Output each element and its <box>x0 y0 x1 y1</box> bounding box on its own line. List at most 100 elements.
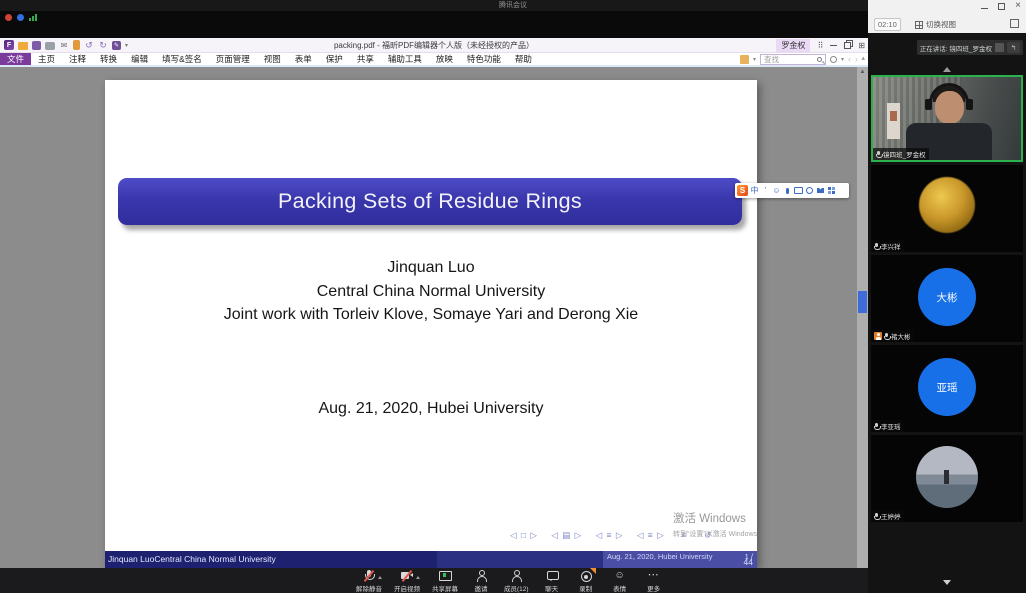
return-to-share-icon[interactable]: ↰ <box>1007 42 1020 53</box>
emoji-icon[interactable]: ☺ <box>772 185 781 196</box>
skin-icon[interactable] <box>816 185 825 196</box>
collapse-up-icon[interactable] <box>943 63 951 72</box>
slide-joint-work: Joint work with Torleiv Klove, Somaye Ya… <box>105 303 757 327</box>
find-cluster: ▾ 查找 ▾ ‹ › <box>740 53 858 65</box>
options-caret-icon[interactable] <box>416 574 420 579</box>
account-name[interactable]: 罗金权 <box>776 39 810 52</box>
apps-grid-icon[interactable]: ⠿ <box>817 41 823 50</box>
find-prev-icon[interactable]: ‹ <box>848 54 851 64</box>
participants-sidebar: 正在讲话: 镜四班_罗金权 ↰ 镜四班_罗金权李兴祥大彬褚大彬亚瑶李亚瑶王婷婷 <box>868 33 1026 593</box>
scrollbar-thumb[interactable] <box>858 291 867 313</box>
menu-tab-4[interactable]: 编辑 <box>124 53 155 65</box>
menu-tab-9[interactable]: 保护 <box>319 53 350 65</box>
control-label: 开启视频 <box>394 583 420 593</box>
menu-tab-7[interactable]: 视图 <box>257 53 288 65</box>
menu-tab-12[interactable]: 放映 <box>429 53 460 65</box>
participant-tiles: 镜四班_罗金权李兴祥大彬褚大彬亚瑶李亚瑶王婷婷 <box>871 75 1023 522</box>
participant-tile-1[interactable]: 李兴祥 <box>871 165 1023 252</box>
scroll-participants-down-icon[interactable] <box>943 580 951 589</box>
menu-tab-0[interactable]: 文件 <box>0 53 31 65</box>
menu-tab-13[interactable]: 特色功能 <box>460 53 508 65</box>
chinese-mode-icon[interactable]: 中 <box>750 185 759 196</box>
menu-tab-11[interactable]: 辅助工具 <box>381 53 429 65</box>
participant-name-chip: 王婷婷 <box>871 510 904 522</box>
record-badge <box>590 568 596 574</box>
scroll-up-icon[interactable]: ▲ <box>857 67 868 78</box>
chat-button[interactable]: 聊天 <box>541 570 563 593</box>
emoji-icon: ☺ <box>613 570 627 582</box>
handwriting-icon[interactable] <box>805 185 814 196</box>
pdf-editor-window: F ✉ ↺ ↻ ✎ ▾ packing.pdf - 福昕PDF编辑器个人版（未经… <box>0 38 868 568</box>
participant-name: 王婷婷 <box>881 511 901 521</box>
options-caret-icon[interactable] <box>378 574 382 579</box>
menu-tab-3[interactable]: 转换 <box>93 53 124 65</box>
participant-name-chip: 褚大彬 <box>871 330 914 342</box>
speaker-avatar <box>995 43 1004 52</box>
invite-button[interactable]: 邀请 <box>470 570 492 593</box>
more-button[interactable]: ⋯更多 <box>643 570 665 593</box>
gear-caret-icon[interactable]: ▾ <box>841 56 844 63</box>
menu-tab-2[interactable]: 注释 <box>62 53 93 65</box>
slide-affiliation: Central China Normal University <box>105 280 757 304</box>
tools-caret-icon[interactable]: ▾ <box>753 56 756 63</box>
security-status-icon <box>17 14 24 21</box>
sogou-ime-bar[interactable]: S中’☺ <box>735 183 849 198</box>
layout-grid-icon <box>915 21 923 29</box>
emoji-button[interactable]: ☺表情 <box>609 570 631 593</box>
avatar: 亚瑶 <box>918 358 976 416</box>
invite-icon <box>474 570 488 582</box>
control-label: 共享屏幕 <box>432 583 458 593</box>
find-next-icon[interactable]: › <box>855 54 858 64</box>
voice-input-icon[interactable] <box>783 185 792 196</box>
gear-icon[interactable] <box>830 56 837 63</box>
mic-status-icon <box>874 513 879 520</box>
participant-tile-3[interactable]: 亚瑶李亚瑶 <box>871 345 1023 432</box>
menu-tab-1[interactable]: 主页 <box>31 53 62 65</box>
search-icon[interactable] <box>817 57 822 62</box>
menu-tab-5[interactable]: 填写&签名 <box>155 53 209 65</box>
close-icon[interactable]: × <box>1015 2 1021 10</box>
record-button[interactable]: 录制 <box>575 570 597 593</box>
participant-name-chip: 李兴祥 <box>871 240 904 252</box>
participant-tile-0[interactable]: 镜四班_罗金权 <box>871 75 1023 162</box>
toolbox-icon[interactable] <box>827 185 836 196</box>
control-label: 录制 <box>579 583 592 593</box>
participant-tile-4[interactable]: 王婷婷 <box>871 435 1023 522</box>
record-status-icon <box>5 14 12 21</box>
screen-share-button[interactable]: 共享屏幕 <box>432 570 458 593</box>
pdf-restore-icon[interactable] <box>844 42 851 49</box>
participant-tile-2[interactable]: 大彬褚大彬 <box>871 255 1023 342</box>
menu-tab-8[interactable]: 表单 <box>288 53 319 65</box>
slide-title: Packing Sets of Residue Rings <box>278 189 582 214</box>
members-button[interactable]: 成员(12) <box>504 570 529 593</box>
watermark-line2: 转到“设置”以激活 Windows。 <box>673 529 757 539</box>
document-area: Packing Sets of Residue Rings Jinquan Lu… <box>0 67 868 568</box>
camera-off-button[interactable]: 开启视频 <box>394 570 420 593</box>
punctuation-icon[interactable]: ’ <box>761 185 770 196</box>
more-icon: ⋯ <box>647 570 661 582</box>
network-signal-icon <box>29 14 37 21</box>
participant-name: 李亚瑶 <box>881 421 901 431</box>
menu-tab-10[interactable]: 共享 <box>350 53 381 65</box>
find-input[interactable]: 查找 <box>760 54 826 65</box>
mic-status-icon <box>884 333 889 340</box>
minimize-icon[interactable] <box>981 8 988 9</box>
fullscreen-icon[interactable] <box>1010 19 1019 28</box>
slide-author: Jinquan Luo <box>105 256 757 280</box>
menu-tab-14[interactable]: 帮助 <box>508 53 539 65</box>
soft-keyboard-icon[interactable] <box>794 185 803 196</box>
mic-off-button[interactable]: 解除静音 <box>356 570 382 593</box>
pdf-titlebar: F ✉ ↺ ↻ ✎ ▾ packing.pdf - 福昕PDF编辑器个人版（未经… <box>0 38 868 53</box>
switch-view-button[interactable]: 切换视图 <box>915 19 956 30</box>
footer-date: Aug. 21, 2020, Hubei University <box>607 552 712 561</box>
pdf-layout-icon[interactable]: ⊞ <box>858 41 865 50</box>
control-label: 聊天 <box>545 583 558 593</box>
restore-icon[interactable] <box>998 3 1005 10</box>
slide-title-box: Packing Sets of Residue Rings <box>118 178 742 225</box>
pdf-minimize-icon[interactable] <box>830 45 837 46</box>
collapse-toolbar-icon[interactable]: ▴ <box>861 54 865 62</box>
sogou-logo-icon[interactable]: S <box>737 185 748 196</box>
tools-icon[interactable] <box>740 55 749 64</box>
vertical-scrollbar[interactable]: ▲ <box>857 67 868 568</box>
menu-tab-6[interactable]: 页面管理 <box>209 53 257 65</box>
